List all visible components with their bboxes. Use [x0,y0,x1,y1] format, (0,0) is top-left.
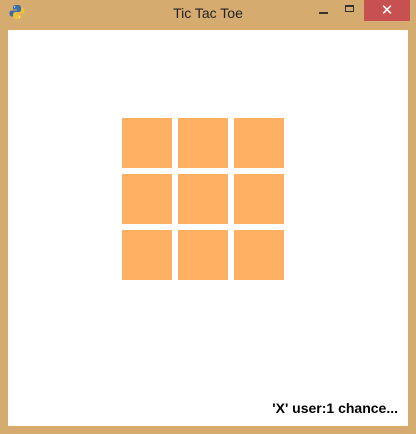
close-button[interactable]: ✕ [364,0,410,21]
game-board [122,118,284,280]
maximize-icon [345,5,354,12]
board-cell-6[interactable] [234,174,284,224]
board-cell-7[interactable] [122,230,172,280]
title-bar[interactable]: Tic Tac Toe ✕ [0,0,416,28]
app-window: Tic Tac Toe ✕ 'X' user:1 chance... [0,0,416,434]
status-text: 'X' user:1 chance... [272,400,398,416]
board-cell-4[interactable] [122,174,172,224]
board-cell-8[interactable] [178,230,228,280]
board-cell-2[interactable] [178,118,228,168]
board-cell-1[interactable] [122,118,172,168]
board-cell-5[interactable] [178,174,228,224]
minimize-icon [319,12,328,14]
game-canvas: 'X' user:1 chance... [8,30,408,426]
close-icon: ✕ [380,1,394,19]
board-cell-9[interactable] [234,230,284,280]
board-cell-3[interactable] [234,118,284,168]
minimize-button[interactable] [311,0,337,21]
maximize-button[interactable] [337,0,363,21]
